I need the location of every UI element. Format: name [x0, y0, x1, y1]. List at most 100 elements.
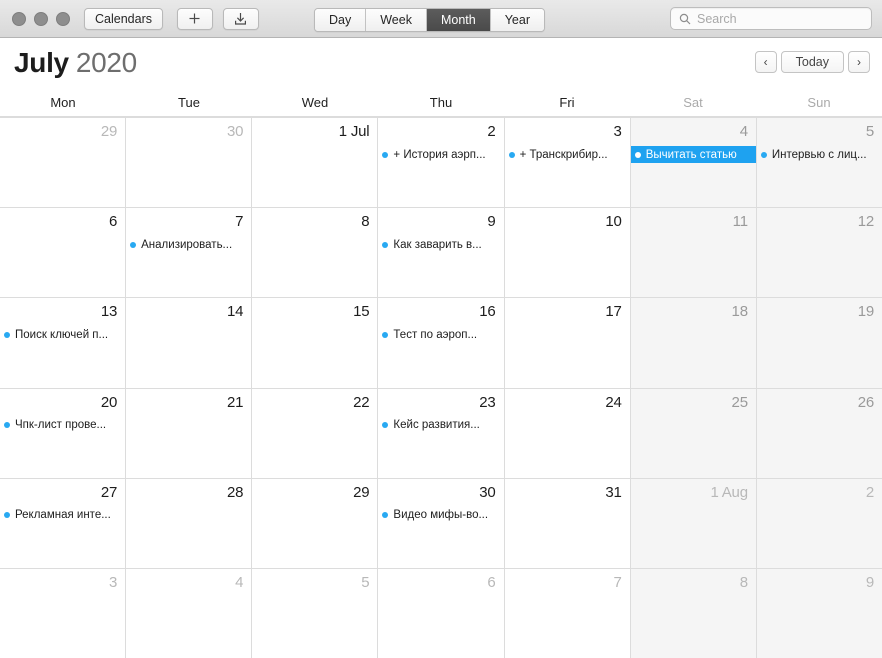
event-list: Кейс развития... — [378, 417, 503, 434]
weekday-label-mon: Mon — [50, 94, 76, 110]
day-cell[interactable]: 1 Jul — [252, 118, 379, 208]
day-cell[interactable]: 3 + Транскрибир... — [504, 118, 631, 208]
close-button[interactable] — [12, 11, 26, 26]
calendar-event[interactable]: Тест по аэроп... — [378, 326, 503, 343]
day-cell[interactable]: 19 — [756, 298, 882, 388]
day-cell[interactable]: 7 — [504, 568, 631, 658]
tab-month[interactable]: Month — [426, 9, 491, 31]
day-cell[interactable]: 5 — [252, 568, 379, 658]
tab-week-label: Week — [380, 13, 412, 27]
day-number: 7 — [235, 213, 244, 231]
day-cell[interactable]: 29 — [252, 478, 379, 568]
event-list: Поиск ключей п... — [0, 326, 125, 343]
day-cell[interactable]: 21 — [126, 388, 253, 478]
day-cell[interactable]: 6 — [0, 208, 127, 298]
month-grid: 29 30 1 Jul 2 + История аэрп... 3 + Транскриби… — [0, 117, 882, 658]
week-row: 29 30 1 Jul 2 + История аэрп... 3 + Транскриби… — [0, 118, 882, 209]
calendar-event[interactable]: Рекламная инте... — [0, 507, 125, 524]
day-cell[interactable]: 5 Интервью с лиц... — [756, 118, 882, 208]
weekday-label-tue: Tue — [178, 94, 200, 110]
event-dot-icon — [634, 151, 641, 158]
day-cell[interactable]: 28 — [126, 478, 253, 568]
event-title: + История аэрп... — [393, 148, 486, 161]
calendar-event[interactable]: Вычитать статью — [630, 146, 756, 163]
weekday-header-row: Mon Tue Wed Thu Fri Sat Sun — [0, 88, 882, 117]
day-number: 29 — [353, 483, 370, 501]
month-label: July — [14, 47, 69, 78]
day-number: 30 — [226, 123, 244, 140]
day-number: 18 — [731, 303, 749, 321]
event-dot-icon — [382, 422, 389, 429]
calendars-button[interactable]: Calendars — [84, 7, 163, 30]
day-cell[interactable]: 6 — [378, 568, 505, 658]
day-cell[interactable]: 7 Анализировать... — [126, 208, 253, 298]
day-cell[interactable]: 9 Как заварить в... — [378, 208, 505, 298]
day-number: 2 — [487, 123, 496, 140]
day-cell[interactable]: 31 — [504, 478, 631, 568]
day-cell[interactable]: 24 — [504, 388, 631, 478]
weekday-label-wed: Wed — [301, 94, 329, 110]
day-cell[interactable]: 17 — [504, 298, 631, 388]
day-number: 9 — [487, 213, 496, 231]
search-input[interactable]: Search — [697, 12, 737, 26]
tab-week[interactable]: Week — [366, 9, 427, 31]
calendar-event[interactable]: Кейс развития... — [378, 417, 503, 434]
day-cell[interactable]: 22 — [252, 388, 379, 478]
day-cell[interactable]: 29 — [0, 118, 127, 208]
event-title: Как заварить в... — [393, 238, 482, 251]
day-number: 3 — [613, 123, 622, 140]
calendar-event[interactable]: + История аэрп... — [378, 146, 503, 163]
event-dot-icon — [382, 331, 389, 338]
day-cell[interactable]: 18 — [630, 298, 757, 388]
day-cell[interactable]: 8 — [630, 568, 757, 658]
day-cell[interactable]: 12 — [756, 208, 882, 298]
day-cell[interactable]: 15 — [252, 298, 379, 388]
calendar-event[interactable]: Как заварить в... — [378, 236, 503, 253]
day-cell[interactable]: 27 Рекламная инте... — [0, 478, 127, 568]
day-cell[interactable]: 3 — [0, 568, 127, 658]
add-event-button[interactable] — [176, 7, 213, 30]
day-number: 27 — [100, 483, 118, 501]
day-cell[interactable]: 10 — [504, 208, 631, 298]
calendars-button-label: Calendars — [95, 11, 152, 26]
day-number: 31 — [605, 483, 622, 501]
day-cell[interactable]: 25 — [630, 388, 757, 478]
event-list: Анализировать... — [126, 236, 251, 253]
view-mode-segmented-control[interactable]: Day Week Month Year — [314, 8, 545, 32]
calendar-event[interactable]: Интервью с лиц... — [757, 146, 882, 163]
tab-year[interactable]: Year — [490, 9, 544, 31]
day-cell[interactable]: 13 Поиск ключей п... — [0, 298, 127, 388]
day-cell[interactable]: 8 — [252, 208, 379, 298]
calendar-event[interactable]: + Транскрибир... — [505, 146, 630, 163]
day-cell[interactable]: 1 Aug — [630, 478, 757, 568]
day-number: 1 Aug — [710, 483, 748, 501]
day-cell[interactable]: 20 Чпк-лист прове... — [0, 388, 127, 478]
day-cell[interactable]: 4 — [126, 568, 253, 658]
previous-month-button[interactable]: ‹ — [754, 51, 777, 73]
day-cell[interactable]: 11 — [630, 208, 757, 298]
next-month-button[interactable]: › — [848, 51, 870, 73]
day-cell[interactable]: 9 — [756, 568, 882, 658]
day-cell[interactable]: 2 + История аэрп... — [378, 118, 505, 208]
today-button[interactable]: Today — [780, 51, 844, 73]
calendar-event[interactable]: Чпк-лист прове... — [0, 417, 125, 434]
calendar-event[interactable]: Поиск ключей п... — [0, 326, 125, 343]
day-cell[interactable]: 30 — [126, 118, 253, 208]
search-field[interactable]: Search — [670, 7, 872, 30]
zoom-button[interactable] — [56, 11, 70, 26]
day-cell[interactable]: 30 Видео мифы-во... — [378, 478, 505, 568]
search-icon — [679, 13, 691, 24]
calendar-event[interactable]: Анализировать... — [126, 236, 251, 253]
calendar-event[interactable]: Видео мифы-во... — [378, 507, 503, 524]
day-number: 13 — [100, 303, 118, 321]
day-cell[interactable]: 23 Кейс развития... — [378, 388, 505, 478]
day-cell[interactable]: 16 Тест по аэроп... — [378, 298, 505, 388]
day-cell[interactable]: 14 — [126, 298, 253, 388]
minimize-button[interactable] — [34, 11, 48, 26]
day-cell[interactable]: 26 — [756, 388, 882, 478]
day-cell[interactable]: 4 Вычитать статью — [630, 118, 757, 208]
day-number: 26 — [857, 393, 875, 411]
import-calendar-button[interactable] — [222, 7, 259, 30]
day-cell[interactable]: 2 — [756, 478, 882, 568]
tab-day[interactable]: Day — [315, 9, 367, 31]
